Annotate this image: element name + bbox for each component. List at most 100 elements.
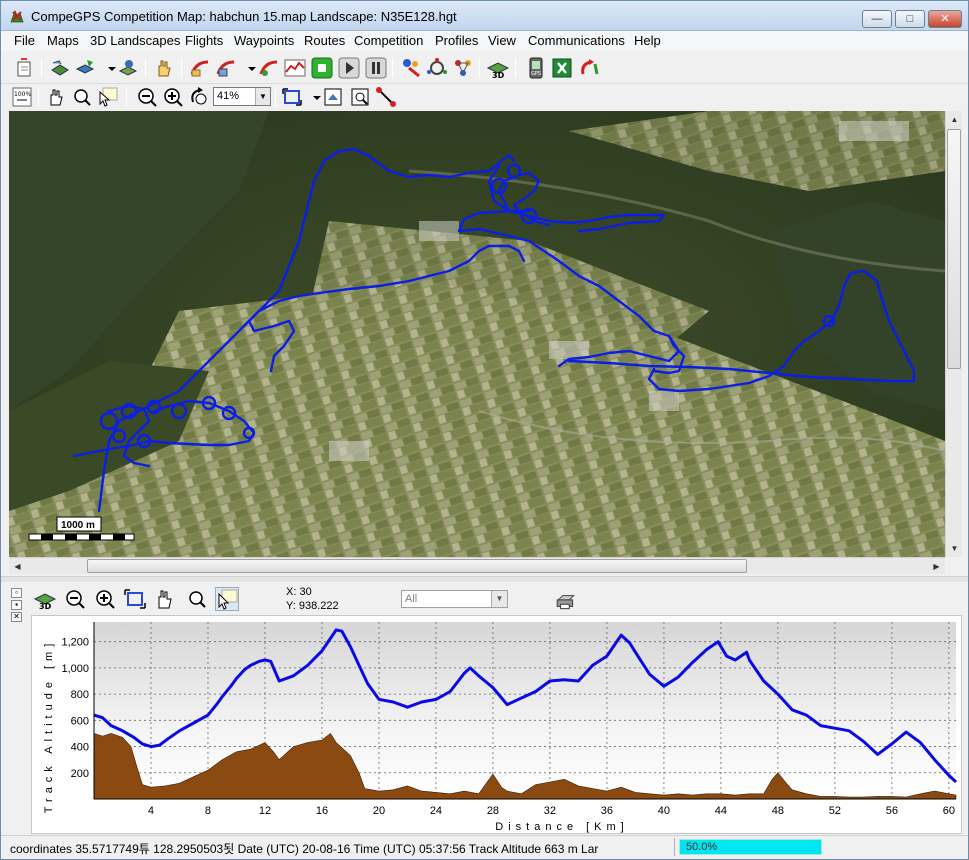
profile-zoom-area-icon[interactable] bbox=[185, 587, 209, 611]
map-tool-icon[interactable] bbox=[117, 56, 141, 80]
dropdown-arrow-icon[interactable] bbox=[100, 56, 116, 80]
pause-icon[interactable] bbox=[364, 56, 388, 80]
menu-profiles[interactable]: Profiles bbox=[435, 33, 478, 48]
zoom-out-icon[interactable] bbox=[136, 86, 158, 108]
zoom-area-icon[interactable] bbox=[71, 86, 93, 108]
window-title: CompeGPS Competition Map: habchun 15.map… bbox=[31, 9, 457, 24]
y-tick-label: 200 bbox=[71, 768, 89, 780]
zoom-in-icon[interactable] bbox=[162, 86, 184, 108]
x-tick-label: 36 bbox=[601, 805, 613, 817]
gps-device-icon[interactable]: GPS bbox=[524, 56, 548, 80]
menu-communications[interactable]: Communications bbox=[528, 33, 625, 48]
map-vertical-scrollbar[interactable]: ▲ ▼ bbox=[945, 111, 962, 557]
menu-file[interactable]: File bbox=[14, 33, 35, 48]
flight-analyze-icon[interactable] bbox=[257, 56, 281, 80]
menu-waypoints[interactable]: Waypoints bbox=[234, 33, 294, 48]
x-tick-label: 56 bbox=[886, 805, 898, 817]
y-tick-label: 800 bbox=[71, 689, 89, 701]
profile-select-icon[interactable] bbox=[215, 587, 239, 611]
menu-flights[interactable]: Flights bbox=[185, 33, 223, 48]
x-tick-label: 52 bbox=[829, 805, 841, 817]
scroll-up-icon[interactable]: ▲ bbox=[946, 111, 963, 128]
profile-filter-select[interactable]: All ▼ bbox=[401, 590, 508, 608]
x-tick-label: 44 bbox=[715, 805, 727, 817]
panel-splitter[interactable] bbox=[1, 576, 968, 582]
menu-view[interactable]: View bbox=[488, 33, 516, 48]
scroll-down-icon[interactable]: ▼ bbox=[946, 540, 963, 557]
map-frame-icon[interactable] bbox=[322, 86, 344, 108]
x-tick-label: 8 bbox=[205, 805, 211, 817]
scroll-left-icon[interactable]: ◀ bbox=[9, 558, 26, 575]
play-icon[interactable] bbox=[337, 56, 361, 80]
scroll-right-icon[interactable]: ▶ bbox=[928, 558, 945, 575]
y-tick-label: 600 bbox=[71, 715, 89, 727]
fit-dropdown-icon[interactable] bbox=[306, 86, 321, 108]
profile-plot[interactable]: 4 8 12 16 20 24 28 32 36 40 44 48 52 56 60 20040060080… bbox=[32, 616, 963, 835]
progress-label: 50.0% bbox=[686, 841, 718, 853]
print-icon[interactable] bbox=[554, 589, 576, 610]
x-tick-label: 28 bbox=[487, 805, 499, 817]
profile-zoom-out-icon[interactable] bbox=[63, 587, 87, 611]
network-icon[interactable] bbox=[425, 56, 449, 80]
rotate-zoom-icon[interactable] bbox=[188, 86, 210, 108]
x-tick-label: 20 bbox=[373, 805, 385, 817]
profile-pan-icon[interactable] bbox=[153, 587, 177, 611]
flight-dropdown-icon[interactable] bbox=[240, 56, 256, 80]
title-bar[interactable]: CompeGPS Competition Map: habchun 15.map… bbox=[1, 1, 968, 31]
menu-help[interactable]: Help bbox=[634, 33, 661, 48]
menu-maps[interactable]: Maps bbox=[47, 33, 79, 48]
profile-fit-icon[interactable] bbox=[123, 587, 147, 611]
3d-view-icon[interactable]: 3D bbox=[486, 56, 510, 80]
waypoint-hand-icon[interactable] bbox=[152, 56, 176, 80]
altitude-profile-chart[interactable]: 4 8 12 16 20 24 28 32 36 40 44 48 52 56 60 200 400 600 80… bbox=[31, 615, 962, 834]
select-pointer-icon[interactable] bbox=[97, 86, 119, 108]
maximize-button[interactable]: □ bbox=[895, 10, 925, 28]
map-horizontal-scrollbar[interactable]: ◀ ▶ bbox=[9, 557, 945, 574]
menu-3d-landscapes[interactable]: 3D Landscapes bbox=[90, 33, 180, 48]
flight-open-icon[interactable] bbox=[188, 56, 212, 80]
close-button[interactable]: ✕ bbox=[928, 10, 962, 28]
zoom-100-icon[interactable]: 100% bbox=[11, 86, 33, 108]
panel-restore-icon[interactable]: ▫ bbox=[11, 588, 22, 598]
excel-export-icon[interactable] bbox=[550, 56, 574, 80]
flight-save-icon[interactable] bbox=[214, 56, 238, 80]
satellite-map[interactable]: 1000 m bbox=[9, 111, 945, 557]
x-tick-label: 40 bbox=[658, 805, 670, 817]
chevron-down-icon: ▼ bbox=[255, 88, 270, 105]
x-tick-label: 60 bbox=[943, 805, 955, 817]
profile-zoom-in-icon[interactable] bbox=[93, 587, 117, 611]
y-axis-label: Track Altitude [m] bbox=[43, 639, 55, 814]
horizontal-scroll-thumb[interactable] bbox=[87, 559, 747, 573]
svg-text:3D: 3D bbox=[39, 602, 52, 611]
map-layers-icon[interactable] bbox=[74, 56, 98, 80]
play-green-icon[interactable] bbox=[310, 56, 334, 80]
y-tick-label: 1,000 bbox=[61, 663, 89, 675]
panel-close-icon[interactable]: ✕ bbox=[11, 612, 22, 622]
pilot-icon[interactable] bbox=[399, 56, 423, 80]
vertical-scroll-thumb[interactable] bbox=[947, 129, 961, 369]
fit-window-icon[interactable] bbox=[281, 86, 303, 108]
x-tick-label: 24 bbox=[430, 805, 442, 817]
status-text: coordinates 35.5717749튜 128.2950503됫 Dat… bbox=[10, 842, 599, 856]
refresh-icon[interactable] bbox=[577, 56, 601, 80]
measure-tool-icon[interactable] bbox=[375, 86, 397, 108]
x-tick-label: 12 bbox=[259, 805, 271, 817]
x-tick-label: 4 bbox=[148, 805, 154, 817]
menu-competition[interactable]: Competition bbox=[354, 33, 423, 48]
pan-hand-icon[interactable] bbox=[45, 86, 67, 108]
view-toolbar: 100% 41% ▼ bbox=[1, 84, 968, 110]
profile-graph-icon[interactable] bbox=[283, 56, 307, 80]
zoom-select[interactable]: 41% ▼ bbox=[213, 87, 271, 106]
profile-3d-icon[interactable]: 3D bbox=[33, 587, 57, 611]
panel-menu-icon[interactable]: ▪ bbox=[11, 600, 22, 610]
map-canvas[interactable]: 1000 m bbox=[9, 111, 945, 557]
svg-text:GPS: GPS bbox=[531, 71, 541, 77]
map-window-icon[interactable] bbox=[349, 86, 371, 108]
competition-icon[interactable] bbox=[451, 56, 475, 80]
cursor-y-readout: Y: 938.222 bbox=[286, 600, 339, 612]
progress-bar: 50.0% bbox=[679, 839, 822, 855]
open-file-icon[interactable] bbox=[13, 56, 37, 80]
load-map-icon[interactable] bbox=[48, 56, 72, 80]
menu-routes[interactable]: Routes bbox=[304, 33, 345, 48]
minimize-button[interactable]: — bbox=[862, 10, 892, 28]
